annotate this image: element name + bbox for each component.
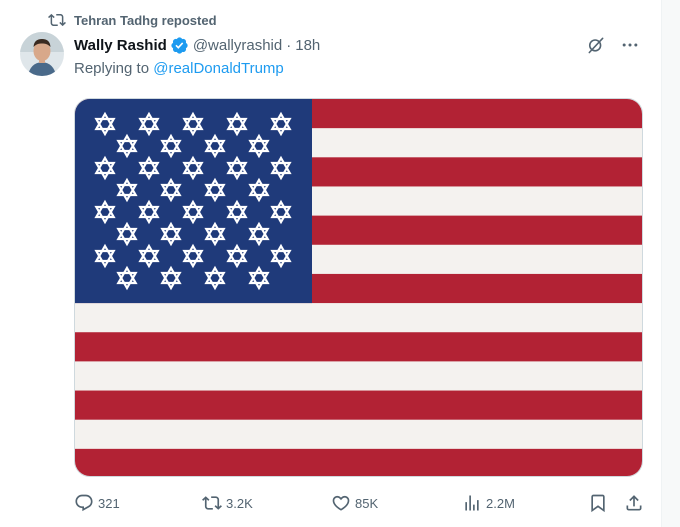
views-count: 2.2M (486, 495, 515, 511)
repost-icon (48, 11, 66, 29)
repost-count: 3.2K (226, 495, 253, 511)
right-gutter (662, 0, 680, 527)
share-button[interactable] (624, 490, 648, 516)
repost-indicator[interactable]: Tehran Tadhg reposted (48, 11, 217, 29)
repost-button[interactable]: 3.2K (202, 490, 253, 516)
heart-icon (331, 493, 351, 513)
more-icon[interactable] (619, 34, 641, 56)
author-handle[interactable]: @wallyrashid (193, 37, 282, 54)
us-flag-with-star-of-david-image (75, 99, 642, 476)
post-time[interactable]: 18h (295, 37, 320, 54)
analytics-icon (462, 493, 482, 513)
avatar[interactable] (20, 32, 64, 76)
engagement-bar: 321 3.2K 85K 2.2M (74, 490, 644, 516)
views-button[interactable]: 2.2M (462, 490, 515, 516)
separator: · (286, 36, 292, 54)
top-actions (585, 34, 641, 56)
reply-icon (74, 493, 94, 513)
like-button[interactable]: 85K (331, 490, 378, 516)
bookmark-button[interactable] (588, 490, 612, 516)
author-name[interactable]: Wally Rashid (74, 37, 167, 54)
repost-label: Tehran Tadhg reposted (74, 12, 217, 28)
replying-to-link[interactable]: @realDonaldTrump (153, 60, 284, 77)
post-image[interactable] (74, 98, 643, 477)
post-container[interactable]: Tehran Tadhg reposted Wally Rashid @wall… (0, 0, 662, 527)
replying-to: Replying to @realDonaldTrump (74, 60, 284, 77)
replying-prefix: Replying to (74, 60, 150, 77)
grok-icon[interactable] (585, 34, 607, 56)
like-count: 85K (355, 495, 379, 511)
share-icon (624, 493, 644, 513)
reply-button[interactable]: 321 (74, 490, 120, 516)
post-header: Wally Rashid @wallyrashid · 18h (74, 35, 320, 55)
bookmark-icon (588, 493, 608, 513)
reply-count: 321 (98, 495, 120, 511)
repost-action-icon (202, 493, 222, 513)
verified-badge-icon[interactable] (170, 36, 189, 55)
